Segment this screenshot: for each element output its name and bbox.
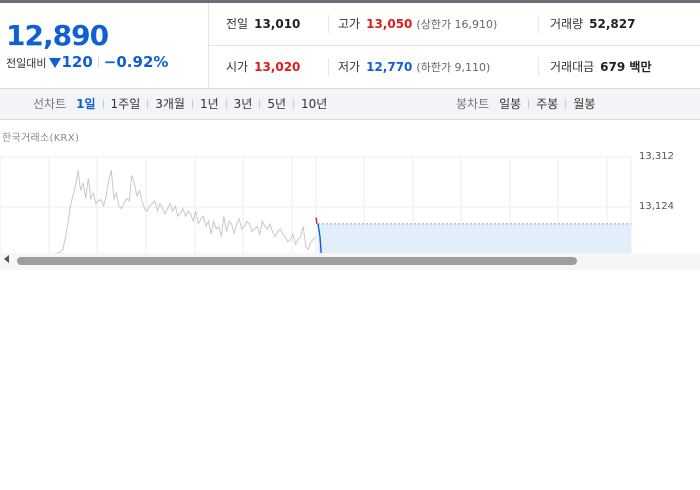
- down-arrow-icon: [49, 58, 62, 68]
- low: 저가 12,770 (하한가 9,110): [338, 46, 490, 88]
- scroll-left-arrow-icon[interactable]: [4, 255, 9, 263]
- candle-chart-tabs: 봉차트 일봉 주봉 월봉: [456, 89, 595, 119]
- prev-close: 전일 13,010: [226, 3, 300, 45]
- chart-scrollbar-thumb[interactable]: [17, 257, 577, 265]
- candle-chart-title: 봉차트: [456, 97, 490, 111]
- upper-limit: (상한가 16,910): [416, 18, 498, 31]
- prev-close-label: 전일: [226, 17, 249, 31]
- today-area-fill: [318, 223, 631, 253]
- stats-grid: 전일 13,010 고가 13,050 (상한가 16,910) 거래량 52,827 …: [208, 3, 700, 88]
- low-label: 저가: [338, 60, 361, 74]
- divider: [328, 15, 329, 33]
- divider: [293, 99, 295, 109]
- stats-row-1: 전일 13,010 고가 13,050 (상한가 16,910) 거래량 52,827: [208, 3, 700, 46]
- prev-close-value: 13,010: [254, 17, 301, 31]
- open: 시가 13,020: [226, 46, 300, 88]
- open-label: 시가: [226, 60, 249, 74]
- trade-value: 거래대금 679 백만: [550, 46, 651, 88]
- today-series-line-up: [315, 217, 318, 225]
- high: 고가 13,050 (상한가 16,910): [338, 3, 497, 45]
- tab-3year[interactable]: 3년: [234, 97, 253, 111]
- divider: [259, 99, 261, 109]
- tab-3month[interactable]: 3개월: [155, 97, 185, 111]
- divider: [191, 99, 193, 109]
- open-value: 13,020: [254, 60, 301, 74]
- trade-value-value: 679 백만: [600, 60, 652, 74]
- chart-tabbar: 선차트 1일 1주일 3개월 1년 3년 5년 10년 봉차트 일봉 주봉 월봉: [0, 89, 700, 120]
- line-chart-title: 선차트: [33, 97, 67, 111]
- divider: [528, 99, 530, 109]
- tab-5year[interactable]: 5년: [267, 97, 286, 111]
- divider: [538, 58, 539, 76]
- tab-weekly-candle[interactable]: 주봉: [536, 97, 558, 111]
- lower-limit: (하한가 9,110): [416, 61, 491, 74]
- tab-1year[interactable]: 1년: [200, 97, 219, 111]
- high-label: 고가: [338, 17, 361, 31]
- current-price: 12,890: [6, 19, 109, 52]
- price-chart: 한국거래소(KRX) 13,312 13,124: [0, 120, 700, 270]
- divider: [225, 99, 227, 109]
- volume-value: 52,827: [589, 17, 636, 31]
- price-box: 12,890 전일대비 120 −0.92%: [0, 3, 209, 88]
- change-rate: −0.92%: [103, 53, 169, 71]
- volume-label: 거래량: [550, 17, 584, 31]
- chart-plot: [0, 156, 632, 253]
- change-line: 전일대비 120 −0.92%: [6, 53, 168, 71]
- quote-summary: 12,890 전일대비 120 −0.92% 전일 13,010 고가 13,050 (상…: [0, 3, 700, 89]
- divider: [97, 56, 99, 68]
- line-chart-tabs: 선차트 1일 1주일 3개월 1년 3년 5년 10년: [33, 89, 327, 119]
- divider: [538, 15, 539, 33]
- tab-1day[interactable]: 1일: [76, 97, 95, 111]
- trade-value-label: 거래대금: [550, 60, 595, 74]
- volume: 거래량 52,827: [550, 3, 635, 45]
- stats-row-2: 시가 13,020 저가 12,770 (하한가 9,110) 거래대금 679 백만: [208, 46, 700, 88]
- divider: [328, 58, 329, 76]
- tab-10year[interactable]: 10년: [301, 97, 327, 111]
- divider: [147, 99, 149, 109]
- tab-1week[interactable]: 1주일: [111, 97, 141, 111]
- change-amount: 120: [61, 53, 93, 71]
- tab-daily-candle[interactable]: 일봉: [499, 97, 521, 111]
- change-label: 전일대비: [6, 57, 47, 70]
- high-value: 13,050: [366, 17, 413, 31]
- low-value: 12,770: [366, 60, 413, 74]
- tab-monthly-candle[interactable]: 월봉: [573, 97, 595, 111]
- divider: [102, 99, 104, 109]
- history-series-line: [55, 170, 317, 253]
- divider: [565, 99, 567, 109]
